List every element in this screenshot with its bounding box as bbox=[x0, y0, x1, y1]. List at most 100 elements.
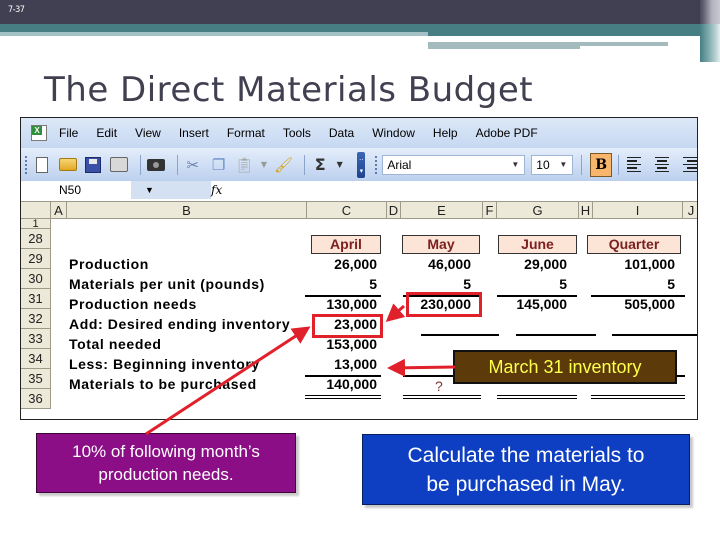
formula-input[interactable] bbox=[231, 181, 697, 199]
cell-june-production-needs[interactable]: 145,000 bbox=[516, 296, 567, 312]
camera-button[interactable] bbox=[146, 154, 166, 176]
align-right-button[interactable] bbox=[679, 155, 697, 175]
print-button[interactable] bbox=[109, 154, 129, 176]
select-all-corner[interactable] bbox=[21, 202, 51, 219]
toolbar-grip[interactable] bbox=[375, 155, 378, 174]
name-box-dropdown[interactable]: ▼ bbox=[131, 181, 211, 199]
month-header-may[interactable]: May bbox=[402, 235, 480, 254]
toolbar-overflow-button[interactable]: ‥ ▾ bbox=[357, 151, 366, 178]
cell-quarter-production[interactable]: 101,000 bbox=[624, 256, 675, 272]
menu-tools[interactable]: Tools bbox=[283, 126, 311, 140]
toolbar-grip[interactable] bbox=[25, 155, 28, 174]
callout-line: 10% of following month’s bbox=[72, 442, 260, 461]
cell-may-materials-to-purchase[interactable]: ? bbox=[435, 378, 443, 394]
cell-april-total-needed[interactable]: 153,000 bbox=[326, 336, 377, 352]
cell-april-materials-to-purchase[interactable]: 140,000 bbox=[326, 376, 377, 392]
folder-icon bbox=[58, 158, 77, 171]
paste-button[interactable]: 📋︎ bbox=[235, 154, 255, 176]
font-size-select[interactable]: 10 ▼ bbox=[531, 154, 574, 175]
menu-window[interactable]: Window bbox=[372, 126, 415, 140]
cell-june-production[interactable]: 29,000 bbox=[524, 256, 567, 272]
menu-data[interactable]: Data bbox=[329, 126, 354, 140]
row-header[interactable]: 32 bbox=[21, 309, 51, 329]
row-header[interactable]: 33 bbox=[21, 329, 51, 349]
row-header[interactable]: 30 bbox=[21, 269, 51, 289]
cell-quarter-materials-per-unit[interactable]: 5 bbox=[667, 276, 675, 292]
label-production-needs[interactable]: Production needs bbox=[69, 296, 197, 312]
cell-may-production[interactable]: 46,000 bbox=[428, 256, 471, 272]
cell-april-materials-per-unit[interactable]: 5 bbox=[369, 276, 377, 292]
cell-quarter-production-needs[interactable]: 505,000 bbox=[624, 296, 675, 312]
fx-icon[interactable]: fx bbox=[211, 183, 231, 197]
cell-june-materials-per-unit[interactable]: 5 bbox=[559, 276, 567, 292]
month-header-quarter[interactable]: Quarter bbox=[587, 235, 681, 254]
column-header-j[interactable]: J bbox=[683, 202, 697, 219]
menu-edit[interactable]: Edit bbox=[96, 126, 117, 140]
sigma-icon: Σ bbox=[314, 155, 326, 174]
toolbar-separator bbox=[618, 154, 619, 175]
label-beginning-inventory[interactable]: Less: Beginning inventory bbox=[69, 356, 260, 372]
month-header-april[interactable]: April bbox=[311, 235, 381, 254]
menu-file[interactable]: File bbox=[59, 126, 78, 140]
menu-insert[interactable]: Insert bbox=[179, 126, 209, 140]
autosum-button[interactable]: Σ bbox=[310, 154, 330, 176]
callout-march-inventory: March 31 inventory bbox=[453, 350, 677, 384]
month-header-june[interactable]: June bbox=[498, 235, 577, 254]
column-header-h[interactable]: H bbox=[579, 202, 593, 219]
bold-button[interactable]: B bbox=[590, 152, 613, 177]
label-production[interactable]: Production bbox=[69, 256, 149, 272]
cell-border bbox=[591, 395, 685, 399]
decor-band bbox=[0, 24, 720, 32]
label-total-needed[interactable]: Total needed bbox=[69, 336, 162, 352]
font-size-value: 10 bbox=[536, 157, 550, 172]
label-materials-per-unit[interactable]: Materials per unit (pounds) bbox=[69, 276, 265, 292]
row-header[interactable]: 28 bbox=[21, 229, 51, 249]
column-header-c[interactable]: C bbox=[307, 202, 387, 219]
column-header-g[interactable]: G bbox=[497, 202, 579, 219]
save-button[interactable] bbox=[84, 154, 104, 176]
column-header-e[interactable]: E bbox=[401, 202, 483, 219]
row-header[interactable]: 35 bbox=[21, 369, 51, 389]
paste-dropdown[interactable]: ▼ bbox=[260, 154, 267, 176]
row-header[interactable]: 31 bbox=[21, 289, 51, 309]
menu-format[interactable]: Format bbox=[227, 126, 265, 140]
column-header-b[interactable]: B bbox=[67, 202, 307, 219]
cell-may-materials-per-unit[interactable]: 5 bbox=[463, 276, 471, 292]
cut-button[interactable]: ✂ bbox=[183, 154, 203, 176]
excel-logo-icon[interactable]: X bbox=[29, 124, 49, 142]
new-document-icon bbox=[35, 156, 48, 173]
camera-icon bbox=[147, 158, 166, 171]
row-header[interactable]: 34 bbox=[21, 349, 51, 369]
toolbar-separator bbox=[176, 154, 178, 175]
menu-help[interactable]: Help bbox=[433, 126, 458, 140]
label-desired-ending-inventory[interactable]: Add: Desired ending inventory bbox=[69, 316, 290, 332]
chevron-down-icon[interactable]: ▼ bbox=[509, 159, 521, 171]
autosum-dropdown[interactable]: ▼ bbox=[336, 154, 343, 176]
font-name-select[interactable]: Arial ▼ bbox=[382, 154, 526, 175]
cell-april-beginning-inventory[interactable]: 13,000 bbox=[334, 356, 377, 372]
cell-border bbox=[421, 334, 499, 336]
font-name-value: Arial bbox=[387, 157, 412, 172]
column-header-a[interactable]: A bbox=[51, 202, 67, 219]
row-header[interactable]: 1 bbox=[21, 219, 51, 230]
align-left-button[interactable] bbox=[626, 155, 645, 175]
highlight-may-production-needs bbox=[406, 292, 482, 317]
name-box[interactable]: N50 bbox=[21, 181, 131, 199]
row-header[interactable]: 36 bbox=[21, 389, 51, 409]
chevron-down-icon[interactable]: ▼ bbox=[557, 159, 569, 171]
cell-april-production-needs[interactable]: 130,000 bbox=[326, 296, 377, 312]
format-painter-button[interactable]: 🖌︎ bbox=[274, 154, 294, 176]
open-button[interactable] bbox=[58, 154, 78, 176]
cell-april-production[interactable]: 26,000 bbox=[334, 256, 377, 272]
row-header[interactable]: 29 bbox=[21, 249, 51, 269]
column-header-i[interactable]: I bbox=[593, 202, 683, 219]
callout-line: production needs. bbox=[98, 465, 234, 484]
copy-button[interactable]: ❐ bbox=[209, 154, 229, 176]
column-header-d[interactable]: D bbox=[387, 202, 401, 219]
label-materials-to-purchase[interactable]: Materials to be purchased bbox=[69, 376, 257, 392]
new-button[interactable] bbox=[32, 154, 52, 176]
align-center-button[interactable] bbox=[653, 155, 671, 175]
menu-view[interactable]: View bbox=[135, 126, 161, 140]
column-header-f[interactable]: F bbox=[483, 202, 497, 219]
menu-adobe-pdf[interactable]: Adobe PDF bbox=[476, 126, 538, 140]
